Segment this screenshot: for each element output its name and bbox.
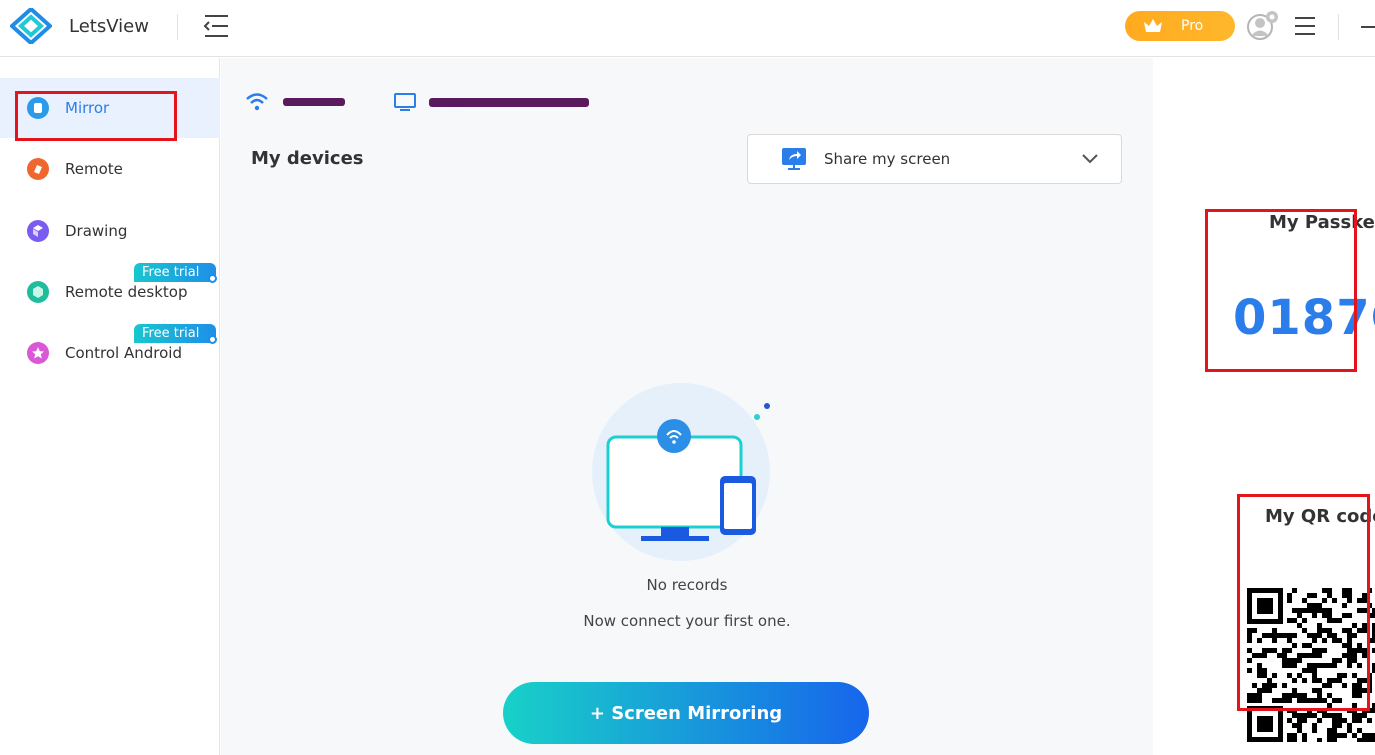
qr-code-title: My QR code xyxy=(1265,506,1375,527)
sidebar-item-label: Control Android xyxy=(65,344,182,362)
remote-icon xyxy=(27,158,49,180)
remote-desktop-icon xyxy=(27,281,49,303)
sidebar-item-label: Drawing xyxy=(65,222,128,240)
letsview-logo-icon xyxy=(10,8,52,44)
passkey-value: 0187C xyxy=(1233,290,1375,346)
mirror-icon xyxy=(27,97,49,119)
empty-state-title: No records xyxy=(646,576,728,594)
empty-devices-illustration xyxy=(592,383,770,561)
sidebar-item-drawing[interactable]: Drawing xyxy=(0,201,220,261)
divider xyxy=(177,14,178,40)
sidebar: Mirror Remote Drawing Free trial Remote … xyxy=(0,58,220,755)
main-content: redacted redacted My devices Share my sc… xyxy=(221,58,1153,755)
passkey-title: My Passkey xyxy=(1269,212,1375,233)
share-screen-icon xyxy=(782,148,806,170)
control-android-icon xyxy=(27,342,49,364)
connection-panel: My Passkey 0187C My QR code xyxy=(1153,58,1375,755)
sidebar-item-label: Mirror xyxy=(65,99,110,117)
sidebar-item-remote-desktop[interactable]: Remote desktop xyxy=(0,262,220,322)
sidebar-item-label: Remote desktop xyxy=(65,283,188,301)
drawing-icon xyxy=(27,220,49,242)
share-screen-dropdown[interactable]: Share my screen xyxy=(747,134,1122,184)
section-title: My devices xyxy=(251,148,364,169)
minimize-icon[interactable] xyxy=(1358,16,1375,36)
pro-label: Pro xyxy=(1181,18,1204,34)
computer-icon xyxy=(394,93,416,111)
chevron-down-icon xyxy=(1082,154,1098,164)
sidebar-item-mirror[interactable]: Mirror xyxy=(0,78,220,138)
computer-name-redacted: redacted xyxy=(429,97,589,107)
app-title: LetsView xyxy=(69,16,149,37)
menu-icon[interactable] xyxy=(1294,15,1316,37)
connection-info: redacted redacted xyxy=(245,90,589,114)
sidebar-item-remote[interactable]: Remote xyxy=(0,139,220,199)
collapse-sidebar-icon[interactable] xyxy=(202,13,230,39)
network-name-redacted: redacted xyxy=(283,98,345,106)
crown-icon xyxy=(1144,19,1162,32)
wifi-icon xyxy=(246,93,268,111)
sidebar-item-control-android[interactable]: Control Android xyxy=(0,323,220,383)
title-bar: LetsView Pro xyxy=(0,0,1375,57)
empty-state-subtitle: Now connect your first one. xyxy=(583,612,791,630)
qr-code xyxy=(1247,582,1375,742)
divider xyxy=(1338,14,1339,40)
screen-mirroring-button[interactable]: + Screen Mirroring xyxy=(503,682,869,744)
avatar-icon[interactable] xyxy=(1246,11,1278,41)
pro-button[interactable]: Pro xyxy=(1125,11,1235,41)
share-dropdown-value: Share my screen xyxy=(824,150,951,168)
sidebar-item-label: Remote xyxy=(65,160,123,178)
